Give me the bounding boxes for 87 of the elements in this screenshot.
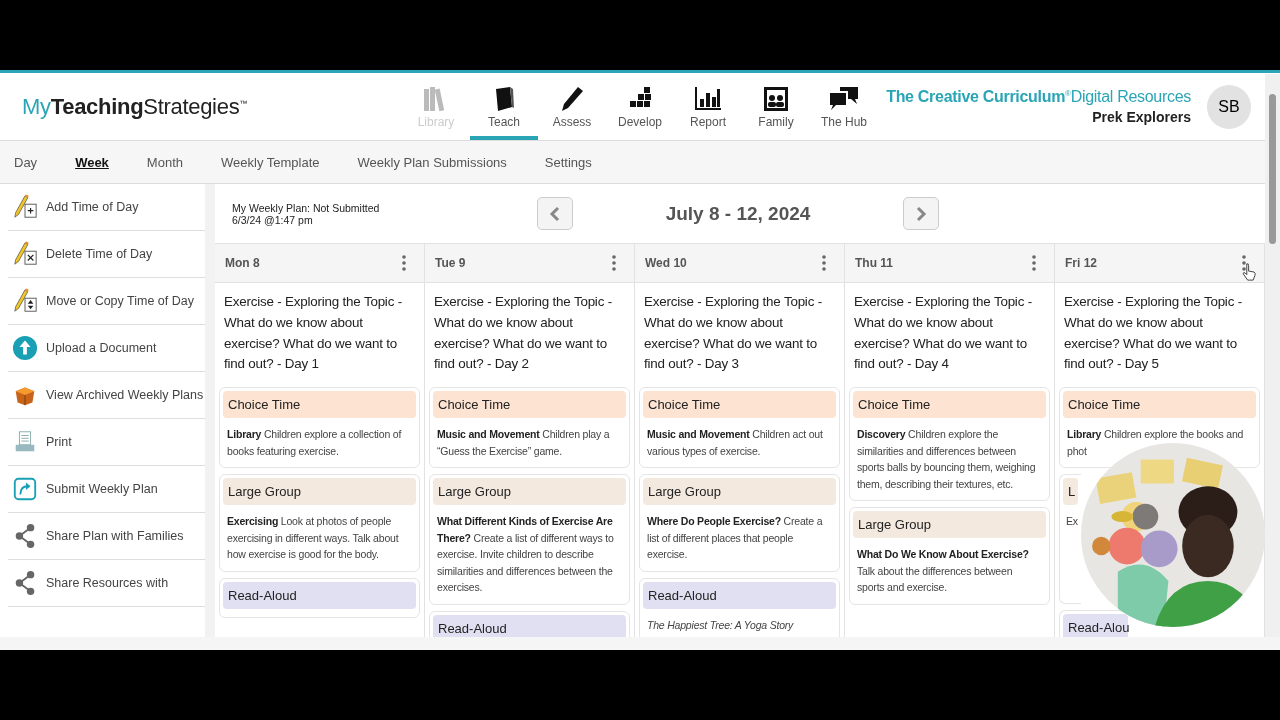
- pencil-delete-icon: [12, 241, 38, 267]
- bar-chart-icon: [692, 84, 724, 113]
- activity-title: Large Group: [643, 478, 836, 506]
- nav-tab[interactable]: Family: [742, 73, 810, 140]
- activity-card[interactable]: Choice Time Music and Movement Children play a “Guess the Exercise” game.: [429, 387, 630, 469]
- view-tab[interactable]: Month: [134, 154, 195, 170]
- horizontal-scrollbar[interactable]: [0, 637, 1280, 650]
- more-options-icon[interactable]: [1242, 255, 1246, 271]
- submit-icon: [12, 476, 38, 502]
- plan-date: 6/3/24 @1:47 pm: [232, 213, 314, 226]
- activity-title: Choice Time: [853, 391, 1046, 419]
- activity-card[interactable]: Read-Aloud: [219, 577, 420, 618]
- nav-tab[interactable]: The Hub: [810, 73, 878, 140]
- day-label: Tue 9: [435, 256, 466, 270]
- sidebar-item[interactable]: Delete Time of Day: [8, 231, 205, 278]
- day-label: Fri 12: [1065, 256, 1097, 270]
- class-name: Prek Explorers: [1091, 109, 1191, 125]
- day-label: Wed 10: [645, 256, 687, 270]
- day-label: Thu 11: [855, 256, 893, 270]
- activity-description: Ex: [1066, 514, 1078, 530]
- nav-tab[interactable]: Assess: [538, 73, 606, 140]
- pencil-plus-icon: [12, 194, 38, 220]
- view-tab[interactable]: Settings: [532, 154, 604, 170]
- view-tab[interactable]: Weekly Template: [209, 154, 332, 170]
- activity-description: Discovery Children explore the similarities and differences between sports balls by bouncing them, weighing them, describing their textures, etc.: [857, 427, 1037, 492]
- next-week-button[interactable]: [903, 197, 939, 230]
- logo: MyTeachingStrategies$^{™}$: [22, 93, 249, 120]
- activity-description: Library Children explore the books and phot: [1067, 427, 1245, 459]
- nav-tab[interactable]: Report: [674, 73, 742, 140]
- pencil-arrows-icon: [12, 288, 38, 314]
- activity-description: Where Do People Exercise? Create a list of different places that people exercise.: [647, 514, 824, 563]
- activity-card[interactable]: Large Group Where Do People Exercise? Create a list of different places that people exercise.: [639, 474, 840, 572]
- activity-card[interactable]: Large Group Exercising Look at photos of people exercising in different ways. Talk about how exercise is good for the body.: [219, 474, 420, 572]
- sidebar-item[interactable]: View Archived Weekly Plans: [8, 372, 205, 419]
- activity-card[interactable]: Choice Time Discovery Children explore the similarities and differences between sports balls by bouncing them, weighing them, describing their textures, etc.: [849, 387, 1050, 502]
- activity-card[interactable]: L Ex: [1059, 474, 1081, 605]
- activity-title: Choice Time: [643, 391, 836, 419]
- sidebar-item[interactable]: Add Time of Day: [8, 184, 205, 231]
- activity-description: What Different Kinds of Exercise Are There? Create a list of different ways to exercise. Invite children to describe similarities and differences between the exercises.: [437, 514, 615, 596]
- plan-status: My Weekly Plan: Not Submitted: [232, 201, 381, 214]
- day-topic: Exercise - Exploring the Topic - What do we know about exercise? What do we want to find out? - Day 5: [1063, 293, 1243, 374]
- activity-title: Choice Time: [223, 391, 416, 419]
- day-label: Mon 8: [225, 256, 260, 270]
- chevron-left-icon: [549, 205, 561, 222]
- vertical-scrollbar[interactable]: [1265, 74, 1280, 637]
- activity-description: Library Children explore a collection of books featuring exercise.: [227, 427, 403, 459]
- more-options-icon[interactable]: [402, 255, 406, 271]
- activity-title: Large Group: [223, 478, 416, 506]
- previous-week-button[interactable]: [537, 197, 573, 230]
- sidebar-item[interactable]: Upload a Document: [8, 325, 205, 372]
- more-options-icon[interactable]: [612, 255, 616, 271]
- day-topic: Exercise - Exploring the Topic - What do we know about exercise? What do we want to find out? - Day 1: [223, 293, 403, 374]
- day-topic: Exercise - Exploring the Topic - What do we know about exercise? What do we want to find out? - Day 4: [853, 293, 1033, 374]
- more-options-icon[interactable]: [1032, 255, 1036, 271]
- activity-description: Music and Movement Children act out various types of exercise.: [647, 427, 824, 459]
- activity-title: Choice Time: [433, 391, 626, 419]
- sidebar-item[interactable]: Move or Copy Time of Day: [8, 278, 205, 325]
- activity-title: L: [1063, 478, 1078, 506]
- activity-card[interactable]: Read-Aloud The Happiest Tree: A Yoga Story: [639, 577, 840, 637]
- activity-description: Music and Movement Children play a “Guess the Exercise” game.: [437, 427, 611, 459]
- view-tab[interactable]: Day: [2, 154, 50, 170]
- nav-tab[interactable]: Develop: [606, 73, 674, 140]
- activity-title: Read-Aloud: [643, 581, 836, 609]
- activity-card[interactable]: Choice Time Music and Movement Children act out various types of exercise.: [639, 387, 840, 469]
- day-topic: Exercise - Exploring the Topic - What do we know about exercise? What do we want to find out? - Day 3: [643, 293, 823, 374]
- user-avatar[interactable]: SB: [1207, 84, 1251, 129]
- activity-card[interactable]: Large Group What Different Kinds of Exercise Are There? Create a list of different ways to exercise. Invite children to describe similarities and differences between the exercises.: [429, 474, 630, 605]
- view-tab[interactable]: Weekly Plan Submissions: [345, 154, 519, 170]
- activity-title: Large Group: [433, 478, 626, 506]
- sidebar-item[interactable]: Print: [8, 419, 205, 466]
- more-options-icon[interactable]: [822, 255, 826, 271]
- activity-title: Large Group: [853, 511, 1046, 539]
- activity-description: Exercising Look at photos of people exercising in different ways. Talk about how exercise is good for the body.: [227, 514, 400, 563]
- activity-description: What Do We Know About Exercise? Talk about the differences between sports and exercise.: [857, 547, 1030, 596]
- week-range: July 8 - 12, 2024: [664, 202, 812, 225]
- view-tab[interactable]: Week: [63, 154, 121, 170]
- activity-description: The Happiest Tree: A Yoga Story: [647, 617, 795, 633]
- activity-title: Choice Time: [1063, 391, 1256, 419]
- activity-card[interactable]: Choice Time Library Children explore the books and phot: [1059, 387, 1260, 469]
- upload-icon: [12, 335, 38, 361]
- activity-card[interactable]: Choice Time Library Children explore a collection of books featuring exercise.: [219, 387, 420, 469]
- day-topic: Exercise - Exploring the Topic - What do we know about exercise? What do we want to find out? - Day 2: [433, 293, 613, 374]
- product-title: The Creative Curriculum$^{®}$Digital Resources: [885, 88, 1191, 106]
- chat-bubbles-icon: [828, 84, 860, 113]
- chevron-right-icon: [915, 205, 927, 222]
- activity-title: Read-Aloud: [223, 581, 416, 609]
- activity-card[interactable]: Large Group What Do We Know About Exercise? Talk about the differences between sports and exercise.: [849, 507, 1050, 605]
